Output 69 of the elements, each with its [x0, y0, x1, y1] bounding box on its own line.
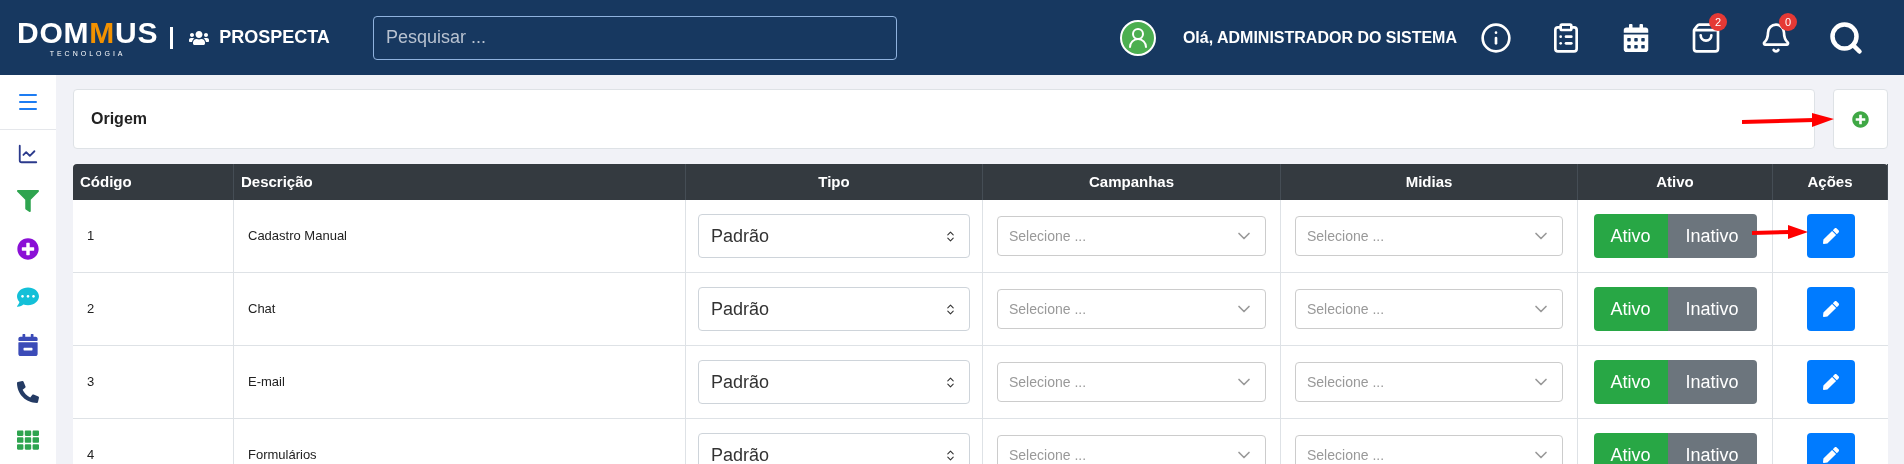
annotation-arrow	[1752, 224, 1808, 240]
user-avatar[interactable]	[1119, 19, 1156, 56]
chart-icon	[17, 142, 39, 165]
edit-button[interactable]	[1806, 433, 1855, 464]
edit-button[interactable]	[1806, 287, 1855, 331]
type-select[interactable]: Padrão	[698, 433, 970, 464]
count-badge: 0	[1779, 12, 1797, 31]
count-badge: 2	[1709, 12, 1727, 31]
info-icon	[1480, 21, 1512, 54]
column-header: Ativo	[1656, 171, 1694, 192]
module-name: PROSPECTA	[219, 26, 330, 49]
column-header: Código	[80, 171, 132, 192]
type-select[interactable]: Padrão	[698, 360, 970, 404]
pencil-icon	[1822, 301, 1839, 317]
table-cell-text: 1	[87, 227, 95, 246]
toggle-option[interactable]: Ativo	[1593, 287, 1668, 331]
toggle-option[interactable]: Ativo	[1593, 433, 1668, 464]
updown-icon	[944, 229, 957, 243]
plus-icon	[17, 238, 39, 261]
multi-select[interactable]: Selecione ...	[1295, 362, 1563, 402]
funnel-icon	[17, 190, 39, 213]
updown-icon	[944, 375, 957, 389]
multi-select[interactable]: Selecione ...	[1295, 289, 1563, 329]
multi-select[interactable]: Selecione ...	[997, 289, 1266, 329]
table-cell-text: Cadastro Manual	[248, 227, 347, 246]
column-header: Campanhas	[1089, 171, 1174, 192]
column-header: Midias	[1405, 171, 1453, 192]
multi-select[interactable]: Selecione ...	[997, 216, 1266, 256]
edit-button[interactable]	[1806, 214, 1855, 258]
pencil-icon	[1822, 374, 1839, 390]
multi-select[interactable]: Selecione ...	[1295, 216, 1563, 256]
search-icon	[1828, 19, 1864, 56]
table-cell-text: 2	[87, 300, 95, 319]
multi-select[interactable]: Selecione ...	[997, 435, 1266, 464]
column-header: Descrição	[241, 171, 313, 192]
edit-button[interactable]	[1806, 360, 1855, 404]
grid-icon	[17, 429, 39, 452]
type-select[interactable]: Padrão	[698, 214, 970, 258]
toggle-option[interactable]: Inativo	[1667, 214, 1757, 258]
header-icon-button[interactable]: 0	[1751, 12, 1801, 63]
toggle-option[interactable]: Ativo	[1593, 214, 1668, 258]
table-cell-text: Formulários	[248, 446, 317, 464]
calendar-icon	[1622, 23, 1650, 52]
chat-icon	[17, 285, 39, 308]
multi-select[interactable]: Selecione ...	[1295, 435, 1563, 464]
toggle-option[interactable]: Inativo	[1667, 360, 1757, 404]
table-cell-text: 4	[87, 446, 95, 464]
page-title: Origem	[91, 109, 147, 129]
phone-icon	[17, 381, 39, 404]
pencil-icon	[1822, 228, 1839, 244]
greeting: Olá, ADMINISTRADOR DO SISTEMA	[1182, 27, 1457, 48]
calendar-icon	[17, 333, 39, 356]
add-button[interactable]	[1833, 89, 1888, 149]
plus-icon	[1852, 110, 1869, 128]
toggle-option[interactable]: Inativo	[1667, 433, 1757, 464]
updown-icon	[944, 302, 957, 316]
pencil-icon	[1822, 447, 1839, 463]
table-cell-text: E-mail	[248, 373, 285, 392]
header-icon-button[interactable]: 2	[1681, 12, 1731, 63]
multi-select[interactable]: Selecione ...	[997, 362, 1266, 402]
column-header: Ações	[1807, 171, 1853, 192]
column-header: Tipo	[818, 171, 850, 192]
toggle-option[interactable]: Ativo	[1593, 360, 1668, 404]
table-cell-text: 3	[87, 373, 95, 392]
toggle-option[interactable]: Inativo	[1667, 287, 1757, 331]
table-cell-text: Chat	[248, 300, 276, 319]
type-select[interactable]: Padrão	[698, 287, 970, 331]
search-field[interactable]: Pesquisar ...	[372, 15, 897, 60]
updown-icon	[944, 448, 957, 462]
